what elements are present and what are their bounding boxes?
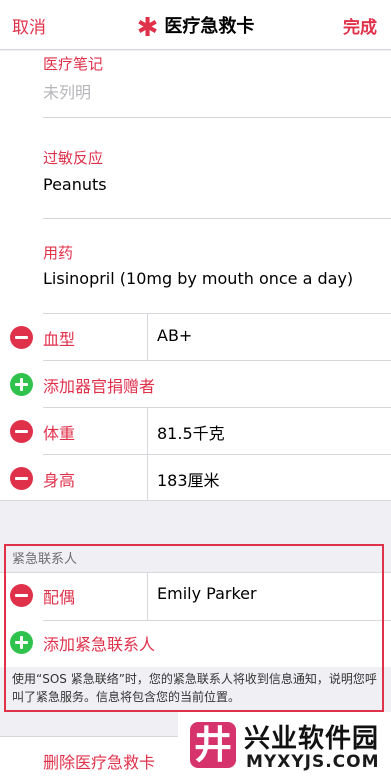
medical-id-form: 医疗笔记 未列明 过敏反应 Peanuts 用药 Lisinopril (10m… — [0, 51, 391, 501]
remove-contact-icon[interactable] — [10, 584, 33, 607]
medications-field[interactable]: Lisinopril (10mg by mouth once a day) — [43, 269, 353, 288]
weight-label: 体重 — [43, 424, 76, 443]
divider — [43, 454, 391, 455]
divider — [43, 620, 391, 621]
delete-medical-id-button[interactable]: 删除医疗急救卡 — [43, 749, 155, 773]
contact-name-field[interactable]: Emily Parker — [157, 584, 257, 603]
add-organ-donor-button[interactable]: 添加器官捐赠者 — [43, 373, 155, 397]
column-divider — [147, 407, 148, 454]
divider — [43, 218, 391, 219]
weight-field[interactable]: 81.5千克 — [157, 420, 225, 444]
emergency-contacts-header: 紧急联系人 — [12, 552, 78, 567]
watermark-logo-icon: 井 — [190, 722, 236, 768]
allergies-field[interactable]: Peanuts — [43, 175, 107, 194]
column-divider — [147, 573, 148, 620]
nav-bar: 取消 ✱ 医疗急救卡 完成 — [0, 0, 391, 50]
divider — [43, 117, 391, 118]
done-button[interactable]: 完成 — [343, 13, 377, 38]
emergency-contacts-list: 配偶 Emily Parker 添加紧急联系人 — [0, 572, 391, 668]
emergency-section-header: 紧急联系人 — [0, 501, 391, 572]
add-organ-donor-icon[interactable] — [10, 373, 33, 396]
remove-weight-icon[interactable] — [10, 420, 33, 443]
add-contact-icon[interactable] — [10, 631, 33, 654]
allergies-label: 过敏反应 — [43, 149, 104, 167]
medical-star-icon: ✱ — [136, 13, 159, 43]
watermark-name: 兴业软件园 — [244, 724, 380, 754]
medications-label: 用药 — [43, 244, 74, 262]
remove-height-icon[interactable] — [10, 467, 33, 490]
page-title-text: 医疗急救卡 — [164, 16, 255, 37]
watermark: 井 兴业软件园 MYXYJS.COM — [178, 712, 391, 781]
blood-type-field[interactable]: AB+ — [157, 326, 192, 345]
height-label: 身高 — [43, 471, 76, 490]
medical-notes-label: 医疗笔记 — [43, 55, 104, 73]
divider — [43, 407, 391, 408]
add-emergency-contact-button[interactable]: 添加紧急联系人 — [43, 631, 155, 655]
page-title: ✱ 医疗急救卡 — [0, 12, 391, 43]
watermark-url: MYXYJS.COM — [246, 752, 380, 772]
divider — [43, 313, 391, 314]
sos-note: 使用“SOS 紧急联络”时，您的紧急联系人将收到信息通知，说明您呼叫了紧急服务。… — [12, 672, 377, 704]
contact-relation-label: 配偶 — [43, 588, 76, 607]
column-divider — [147, 313, 148, 360]
blood-type-label: 血型 — [43, 330, 76, 349]
column-divider — [147, 454, 148, 501]
remove-blood-type-icon[interactable] — [10, 326, 33, 349]
divider — [43, 360, 391, 361]
height-field[interactable]: 183厘米 — [157, 467, 220, 491]
medical-notes-field[interactable]: 未列明 — [43, 79, 91, 103]
